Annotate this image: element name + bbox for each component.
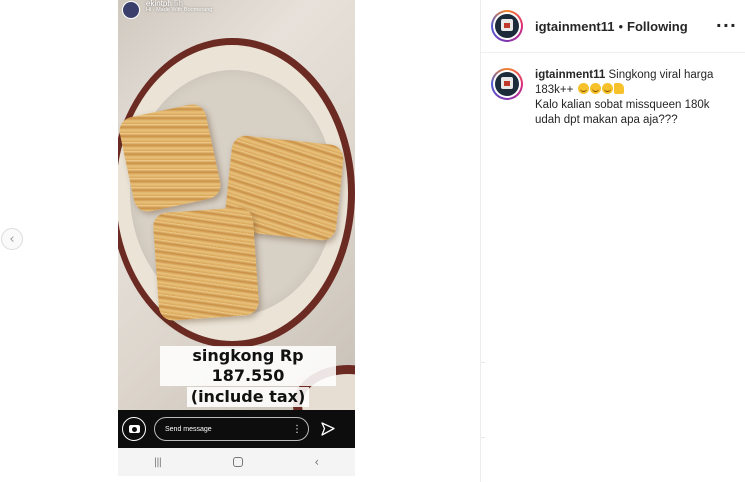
post-header: igtainment11 • Following ··· xyxy=(481,0,745,53)
story-screenshot: ekintph 5h Hi · Made With Boomerang sing… xyxy=(118,0,355,476)
avatar[interactable] xyxy=(491,68,523,100)
send-icon xyxy=(321,422,335,436)
singkong-piece xyxy=(152,206,260,322)
post-username[interactable]: igtainment11 xyxy=(535,19,614,34)
caption-line-2: (include tax) xyxy=(186,387,310,407)
camera-button[interactable] xyxy=(122,417,146,441)
laughing-emoji-icon xyxy=(577,83,589,94)
send-message-input[interactable]: Send message ⋮ xyxy=(154,417,309,441)
thumbs-up-emoji-icon xyxy=(613,83,624,94)
story-subtitle: Hi · Made With Boomerang xyxy=(146,7,213,14)
story-avatar xyxy=(122,1,140,19)
panel-divider xyxy=(480,0,481,482)
caption-comment: igtainment11 Singkong viral harga 183k++… xyxy=(491,68,741,128)
camera-icon xyxy=(128,425,140,433)
instagram-post-page: ‹ ekintph 5h Hi · Made With Boomerang si… xyxy=(0,0,745,482)
previous-post-button[interactable]: ‹ xyxy=(1,228,23,250)
caption-line-1: singkong Rp 187.550 xyxy=(160,346,336,386)
media-area: ‹ ekintph 5h Hi · Made With Boomerang si… xyxy=(0,0,480,482)
story-caption: singkong Rp 187.550 (include tax) xyxy=(160,346,336,408)
laughing-emoji-icon xyxy=(589,83,601,94)
story-meta: ekintph 5h Hi · Made With Boomerang xyxy=(146,0,212,14)
chevron-left-icon: ‹ xyxy=(9,231,15,247)
send-button[interactable] xyxy=(319,420,337,438)
divider xyxy=(481,437,485,438)
avatar-image xyxy=(495,14,519,38)
laughing-emoji-icon xyxy=(601,83,613,94)
story-reply-bar: Send message ⋮ xyxy=(118,410,355,448)
comment-line-2: Kalo kalian sobat missqueen 180k udah dp… xyxy=(535,99,710,126)
more-horizontal-icon[interactable]: ··· xyxy=(716,16,737,35)
divider xyxy=(481,362,485,363)
message-placeholder: Send message xyxy=(165,425,212,433)
recents-icon[interactable]: ||| xyxy=(154,457,162,468)
comment-text: igtainment11 Singkong viral harga 183k++… xyxy=(535,68,735,128)
avatar[interactable] xyxy=(491,10,523,42)
following-button[interactable]: Following xyxy=(627,19,688,34)
avatar-image xyxy=(495,72,519,96)
separator-dot: • xyxy=(618,18,624,34)
story-time: 5h xyxy=(174,0,183,8)
comment-username[interactable]: igtainment11 xyxy=(535,69,605,81)
story-header: ekintph 5h Hi · Made With Boomerang xyxy=(122,0,212,22)
android-nav-bar: ||| ‹ xyxy=(118,448,355,476)
story-image: ekintph 5h Hi · Made With Boomerang sing… xyxy=(118,0,355,410)
home-icon[interactable] xyxy=(232,457,243,467)
more-vertical-icon[interactable]: ⋮ xyxy=(292,424,302,435)
back-icon[interactable]: ‹ xyxy=(314,455,319,469)
